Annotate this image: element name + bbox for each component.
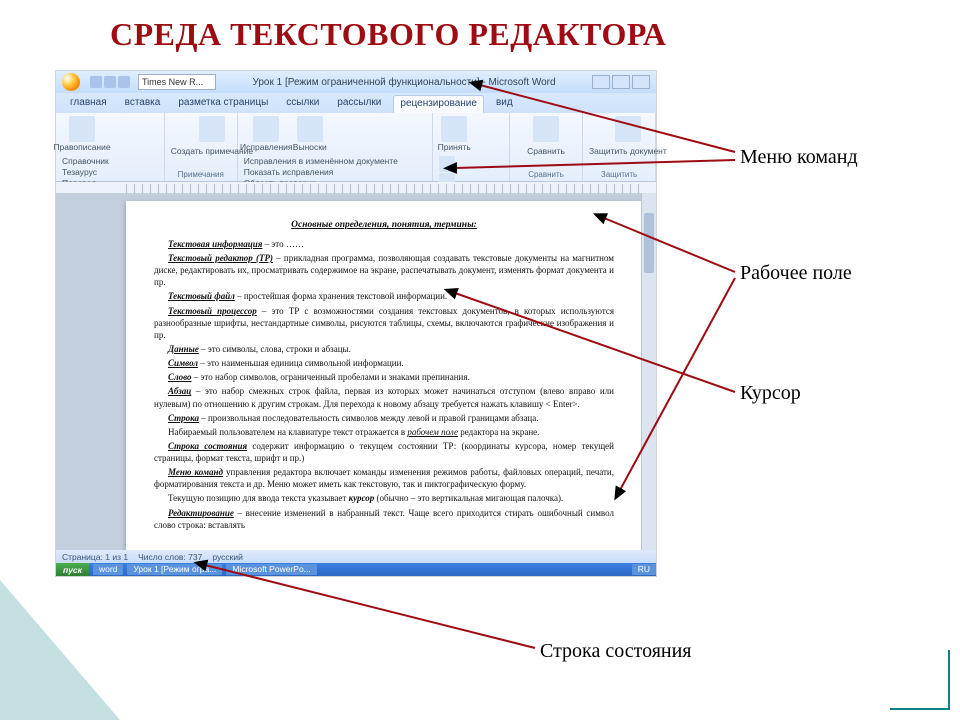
- document-area[interactable]: Основные определения, понятия, термины: …: [56, 193, 642, 550]
- windows-taskbar[interactable]: пуск word Урок 1 [Режим огра... Microsof…: [56, 563, 656, 576]
- slide-title: СРЕДА ТЕКСТОВОГО РЕДАКТОРА: [110, 16, 666, 53]
- tray-lang[interactable]: RU: [632, 564, 656, 575]
- scrollbar-thumb[interactable]: [644, 213, 654, 273]
- callout-workfield: Рабочее поле: [740, 262, 852, 285]
- status-lang[interactable]: русский: [212, 552, 243, 562]
- tab-layout[interactable]: разметка страницы: [172, 95, 274, 113]
- decor-triangle: [0, 580, 120, 720]
- word-screenshot: Times New R... Урок 1 [Режим ограниченно…: [55, 70, 657, 577]
- spellcheck-icon[interactable]: [69, 116, 95, 142]
- ribbon-group-compare: Сравнить Сравнить: [510, 113, 583, 181]
- callout-cursor: Курсор: [740, 382, 801, 405]
- window-controls[interactable]: [592, 75, 650, 89]
- tab-mailings[interactable]: рассылки: [331, 95, 387, 113]
- ribbon-group-tracking: Исправления Выноски Исправления в изменё…: [238, 113, 433, 181]
- maximize-icon: [612, 75, 630, 89]
- ribbon: Правописание Справочник Тезаурус Перевод…: [56, 113, 656, 182]
- taskbar-item[interactable]: Microsoft PowerPo...: [226, 564, 316, 575]
- decor-corner: [890, 650, 950, 710]
- font-selector[interactable]: Times New R...: [138, 74, 216, 90]
- new-comment-icon[interactable]: [199, 116, 225, 142]
- tab-insert[interactable]: вставка: [119, 95, 167, 113]
- reject-icon[interactable]: [439, 156, 455, 172]
- quick-access-toolbar[interactable]: [90, 76, 130, 88]
- tab-review[interactable]: рецензирование: [393, 95, 484, 113]
- status-page[interactable]: Страница: 1 из 1: [62, 552, 128, 562]
- slide: СРЕДА ТЕКСТОВОГО РЕДАКТОРА Times New R..…: [0, 0, 960, 720]
- taskbar-item[interactable]: word: [93, 564, 123, 575]
- taskbar-item[interactable]: Урок 1 [Режим огра...: [127, 564, 222, 575]
- balloons-icon[interactable]: [297, 116, 323, 142]
- minimize-icon: [592, 75, 610, 89]
- vertical-scrollbar[interactable]: [641, 193, 656, 550]
- callout-menu: Меню команд: [740, 146, 858, 169]
- ribbon-group-protect: Защитить документ Защитить: [583, 113, 656, 181]
- tab-references[interactable]: ссылки: [280, 95, 325, 113]
- ribbon-group-comments: Создать примечание Примечания: [165, 113, 238, 181]
- doc-heading: Основные определения, понятия, термины:: [154, 219, 614, 232]
- document-page[interactable]: Основные определения, понятия, термины: …: [126, 201, 642, 550]
- tab-view[interactable]: вид: [490, 95, 519, 113]
- ribbon-group-changes: Принять Изменения: [433, 113, 510, 181]
- status-words[interactable]: Число слов: 737: [138, 552, 202, 562]
- window-caption: Урок 1 [Режим ограниченной функционально…: [224, 77, 584, 88]
- accept-icon[interactable]: [441, 116, 467, 142]
- word-titlebar: Times New R... Урок 1 [Режим ограниченно…: [56, 71, 656, 93]
- word-statusbar[interactable]: Страница: 1 из 1 Число слов: 737 русский: [56, 550, 656, 563]
- close-icon: [632, 75, 650, 89]
- tab-home[interactable]: главная: [64, 95, 113, 113]
- track-changes-icon[interactable]: [253, 116, 279, 142]
- start-button[interactable]: пуск: [56, 563, 89, 576]
- ribbon-group-proofing: Правописание Справочник Тезаурус Перевод…: [56, 113, 165, 181]
- office-button-icon[interactable]: [62, 73, 80, 91]
- ribbon-tabs: главная вставка разметка страницы ссылки…: [56, 93, 656, 113]
- protect-icon[interactable]: [615, 116, 641, 142]
- compare-icon[interactable]: [533, 116, 559, 142]
- callout-statusbar: Строка состояния: [540, 640, 692, 663]
